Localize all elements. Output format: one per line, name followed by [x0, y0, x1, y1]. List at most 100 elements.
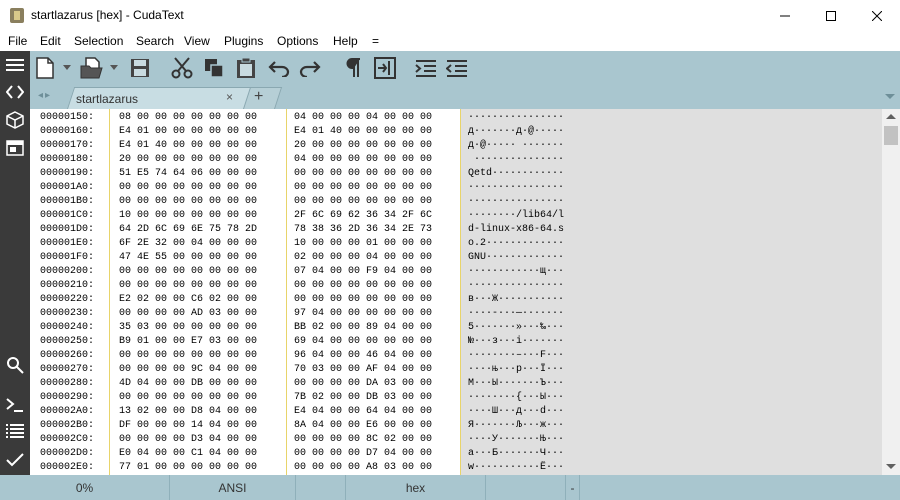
tab-label[interactable]: startlazarus — [76, 92, 138, 106]
hex-offset: 00000230: — [40, 308, 95, 319]
window-title: startlazarus [hex] - CudaText — [31, 8, 184, 22]
hex-bytes-left: 47 4E 55 00 00 00 00 00 — [119, 252, 258, 263]
show-unprinted-button[interactable] — [341, 56, 367, 80]
menu-options[interactable]: Options — [277, 34, 318, 48]
menu-bar: File Edit Selection Search View Plugins … — [0, 31, 900, 51]
ascii-text: Я·······Љ···ж··· — [468, 420, 565, 431]
hex-offset: 000001E0: — [40, 238, 95, 249]
sidebar-search-button[interactable] — [4, 354, 26, 376]
sidebar-output-button[interactable] — [4, 420, 26, 442]
cut-button[interactable] — [169, 56, 195, 80]
menu-file[interactable]: File — [8, 34, 27, 48]
sidebar-menu-button[interactable] — [4, 54, 26, 76]
hex-row[interactable]: 00000180: 20 00 00 00 00 00 00 00 04 00 00… — [30, 153, 882, 167]
ascii-text: ····-···—······· — [468, 308, 565, 319]
menu-view[interactable]: View — [184, 34, 210, 48]
hex-bytes-right: 96 04 00 00 46 04 00 00 — [294, 350, 433, 361]
hex-row[interactable]: 000001D0: 64 2D 6C 69 6E 75 78 2D 78 38 36… — [30, 223, 882, 237]
menu-selection[interactable]: Selection — [74, 34, 123, 48]
wrap-button[interactable] — [372, 56, 398, 80]
indent-button[interactable] — [413, 56, 439, 80]
open-file-dropdown-icon[interactable] — [110, 65, 118, 71]
hex-row[interactable]: 000002C0: 00 00 00 00 D3 04 00 00 00 00 00… — [30, 433, 882, 447]
hex-row[interactable]: 000001B0: 00 00 00 00 00 00 00 00 00 00 00… — [30, 195, 882, 209]
menu-extra[interactable]: = — [372, 34, 379, 48]
sidebar-validate-button[interactable] — [4, 449, 26, 471]
vertical-scrollbar[interactable] — [882, 109, 900, 475]
close-button[interactable] — [854, 0, 900, 31]
hex-row[interactable]: 00000290: 00 00 00 00 00 00 00 00 7B 02 00… — [30, 391, 882, 405]
tab-bar: ◂▸ startlazarus × + — [30, 85, 900, 109]
hex-row[interactable]: 000002D0: E0 04 00 00 C1 04 00 00 00 00 00… — [30, 447, 882, 461]
new-file-button[interactable] — [32, 56, 58, 80]
hex-row[interactable]: 000002B0: DF 00 00 00 14 04 00 00 8A 04 00… — [30, 419, 882, 433]
hex-row[interactable]: 000001C0: 10 00 00 00 00 00 00 00 2F 6C 69… — [30, 209, 882, 223]
hex-editor[interactable]: 00000150: 08 00 00 00 00 00 00 00 04 00 00… — [30, 109, 882, 475]
menu-plugins[interactable]: Plugins — [224, 34, 263, 48]
menu-search[interactable]: Search — [136, 34, 174, 48]
hex-offset: 00000190: — [40, 168, 95, 179]
hex-row[interactable]: 00000210: 00 00 00 00 00 00 00 00 00 00 00… — [30, 279, 882, 293]
hex-row[interactable]: 00000260: 00 00 00 00 00 00 00 00 96 04 00… — [30, 349, 882, 363]
scroll-up-icon[interactable] — [886, 114, 896, 119]
hex-row[interactable]: 00000190: 51 E5 74 64 06 00 00 00 00 00 00… — [30, 167, 882, 181]
save-button[interactable] — [127, 56, 153, 80]
side-panel-bar — [0, 51, 30, 475]
tab-close-icon[interactable]: × — [226, 90, 233, 104]
status-tab-size[interactable]: - — [566, 475, 580, 500]
scroll-down-icon[interactable] — [886, 464, 896, 469]
unindent-button[interactable] — [444, 56, 470, 80]
paste-icon — [237, 57, 255, 78]
ascii-text: ················ — [468, 112, 565, 123]
hex-bytes-right: 02 00 00 00 04 00 00 00 — [294, 252, 433, 263]
hex-row[interactable]: 000002E0: 77 01 00 00 00 00 00 00 00 00 00… — [30, 461, 882, 475]
validate-icon — [6, 453, 24, 467]
scroll-thumb[interactable] — [884, 126, 898, 145]
hex-row[interactable]: 00000150: 08 00 00 00 00 00 00 00 04 00 00… — [30, 111, 882, 125]
minimize-button[interactable] — [762, 0, 808, 31]
undo-button[interactable] — [266, 56, 292, 80]
hex-offset: 00000220: — [40, 294, 95, 305]
copy-button[interactable] — [201, 56, 227, 80]
hex-row[interactable]: 00000220: E2 02 00 00 C6 02 00 00 00 00 00… — [30, 293, 882, 307]
hex-bytes-right: 00 00 00 00 A8 03 00 00 — [294, 462, 433, 473]
hex-row[interactable]: 00000230: 00 00 00 00 AD 03 00 00 97 04 00… — [30, 307, 882, 321]
hex-row[interactable]: 000001F0: 47 4E 55 00 00 00 00 00 02 00 00… — [30, 251, 882, 265]
status-lexer[interactable]: hex — [346, 475, 486, 500]
sidebar-code-tree-button[interactable] — [4, 81, 26, 103]
sidebar-tabs-button[interactable] — [4, 137, 26, 159]
ascii-text: ················ — [468, 280, 565, 291]
paste-button[interactable] — [233, 56, 259, 80]
menu-edit[interactable]: Edit — [40, 34, 61, 48]
hex-bytes-left: 00 00 00 00 AD 03 00 00 — [119, 308, 258, 319]
hex-bytes-left: B9 01 00 00 E7 03 00 00 — [119, 336, 258, 347]
hex-bytes-right: 00 00 00 00 00 00 00 00 — [294, 280, 433, 291]
ascii-text: ····Ш···д···d··· — [468, 406, 565, 417]
hex-row[interactable]: 000001E0: 6F 2E 32 00 04 00 00 00 10 00 00… — [30, 237, 882, 251]
tab-nav-arrows[interactable]: ◂▸ — [38, 90, 52, 101]
hex-row[interactable]: 000001A0: 00 00 00 00 00 00 00 00 00 00 00… — [30, 181, 882, 195]
ascii-text: ········{···Ы··· — [468, 392, 565, 403]
sidebar-console-button[interactable] — [4, 394, 26, 416]
redo-button[interactable] — [297, 56, 323, 80]
open-file-button[interactable] — [79, 56, 105, 80]
status-encoding[interactable]: ANSI — [170, 475, 296, 500]
hex-row[interactable]: 00000250: B9 01 00 00 E7 03 00 00 69 04 00… — [30, 335, 882, 349]
menu-help[interactable]: Help — [333, 34, 358, 48]
hex-offset: 000002E0: — [40, 462, 95, 473]
hex-row[interactable]: 000002A0: 13 02 00 00 D8 04 00 00 E4 04 00… — [30, 405, 882, 419]
new-file-dropdown-icon[interactable] — [63, 65, 71, 71]
hex-row[interactable]: 00000160: E4 01 00 00 00 00 00 00 E4 01 40… — [30, 125, 882, 139]
hex-row[interactable]: 00000280: 4D 04 00 00 DB 00 00 00 00 00 00… — [30, 377, 882, 391]
hex-row[interactable]: 00000270: 00 00 00 00 9C 04 00 00 70 03 00… — [30, 363, 882, 377]
hex-row[interactable]: 00000170: E4 01 40 00 00 00 00 00 20 00 00… — [30, 139, 882, 153]
save-icon — [131, 59, 149, 77]
plus-icon[interactable]: + — [254, 88, 263, 106]
tab-menu-icon[interactable] — [885, 94, 895, 99]
maximize-button[interactable] — [808, 0, 854, 31]
hex-row[interactable]: 00000240: 35 03 00 00 00 00 00 00 BB 02 00… — [30, 321, 882, 335]
hex-row[interactable]: 00000200: 00 00 00 00 00 00 00 00 07 04 00… — [30, 265, 882, 279]
sidebar-project-button[interactable] — [4, 109, 26, 131]
ascii-text: д·@····· ······· — [468, 140, 565, 151]
status-position[interactable]: 0% — [0, 475, 170, 500]
